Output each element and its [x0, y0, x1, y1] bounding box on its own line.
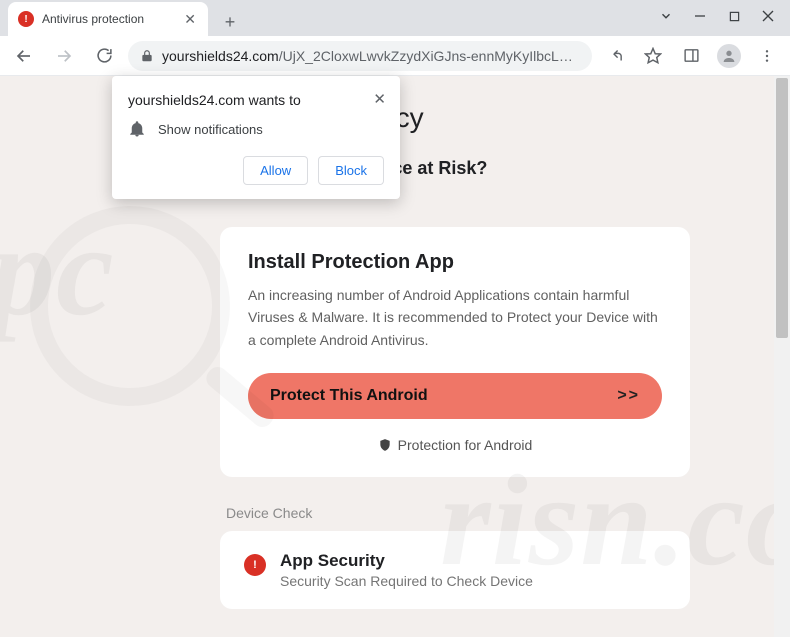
- window-close-button[interactable]: [754, 2, 782, 30]
- scrollbar-thumb[interactable]: [776, 78, 788, 338]
- arrow-icon: >>: [617, 387, 640, 405]
- scrollbar-track[interactable]: [774, 76, 790, 637]
- browser-toolbar: yourshields24.com/UjX_2CloxwLwvkZzydXiGJ…: [0, 36, 790, 76]
- window-minimize-button[interactable]: [686, 2, 714, 30]
- appsec-title: App Security: [280, 551, 533, 571]
- window-titlebar: Antivirus protection ✕ +: [0, 0, 790, 36]
- profile-avatar-icon[interactable]: [714, 41, 744, 71]
- app-security-card[interactable]: ! App Security Security Scan Required to…: [220, 531, 690, 609]
- tab-title: Antivirus protection: [42, 12, 174, 26]
- nav-forward-button[interactable]: [48, 40, 80, 72]
- share-icon[interactable]: [600, 41, 630, 71]
- lock-icon: [140, 49, 154, 63]
- device-check-label: Device Check: [226, 505, 730, 521]
- alert-icon: !: [244, 554, 266, 576]
- shield-icon: [378, 438, 392, 452]
- card-description: An increasing number of Android Applicat…: [248, 284, 662, 351]
- popup-title: yourshields24.com wants to: [128, 92, 384, 108]
- new-tab-button[interactable]: +: [216, 8, 244, 36]
- block-button[interactable]: Block: [318, 156, 384, 185]
- bell-icon: [128, 120, 146, 138]
- kebab-menu-icon[interactable]: [752, 41, 782, 71]
- install-protection-card: Install Protection App An increasing num…: [220, 227, 690, 477]
- popup-permission-label: Show notifications: [158, 122, 263, 137]
- nav-back-button[interactable]: [8, 40, 40, 72]
- card-title: Install Protection App: [248, 251, 662, 274]
- tab-close-icon[interactable]: ✕: [182, 11, 198, 28]
- alert-favicon-icon: [18, 11, 34, 27]
- page-title-fragment: acy: [380, 102, 730, 134]
- bookmark-star-icon[interactable]: [638, 41, 668, 71]
- notification-permission-popup: ✕ yourshields24.com wants to Show notifi…: [112, 76, 400, 199]
- window-maximize-button[interactable]: [720, 2, 748, 30]
- cta-label: Protect This Android: [270, 387, 428, 405]
- address-bar[interactable]: yourshields24.com/UjX_2CloxwLwvkZzydXiGJ…: [128, 41, 592, 71]
- side-panel-icon[interactable]: [676, 41, 706, 71]
- popup-close-icon[interactable]: ✕: [369, 86, 390, 112]
- card-subtext: Protection for Android: [248, 437, 662, 453]
- tab-search-chevron-icon[interactable]: [652, 2, 680, 30]
- allow-button[interactable]: Allow: [243, 156, 308, 185]
- appsec-subtitle: Security Scan Required to Check Device: [280, 573, 533, 589]
- nav-reload-button[interactable]: [88, 40, 120, 72]
- browser-tab[interactable]: Antivirus protection ✕: [8, 2, 208, 36]
- protect-android-button[interactable]: Protect This Android >>: [248, 373, 662, 419]
- url-text: yourshields24.com/UjX_2CloxwLwvkZzydXiGJ…: [162, 48, 580, 64]
